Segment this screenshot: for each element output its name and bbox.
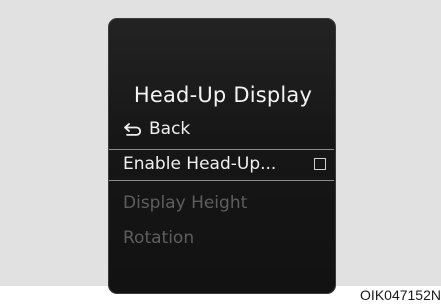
menu-item-enable-head-up[interactable]: Enable Head-Up... [109, 149, 334, 181]
menu-item-height-label: Display Height [123, 193, 248, 213]
back-label: Back [149, 119, 191, 139]
cluster-display-screen: Head-Up Display Back Enable Head-Up... D… [108, 18, 336, 294]
back-button[interactable]: Back [109, 113, 334, 145]
menu-item-display-height: Display Height [109, 187, 334, 219]
menu-item-enable-label: Enable Head-Up... [123, 154, 277, 174]
figure-code: OIK047152N [360, 287, 441, 303]
back-arrow-icon [123, 115, 143, 147]
screen-title: Head-Up Display [133, 83, 313, 107]
checkbox-icon[interactable] [314, 158, 326, 170]
menu-item-rotation-label: Rotation [123, 228, 195, 248]
menu-item-rotation: Rotation [109, 222, 334, 254]
